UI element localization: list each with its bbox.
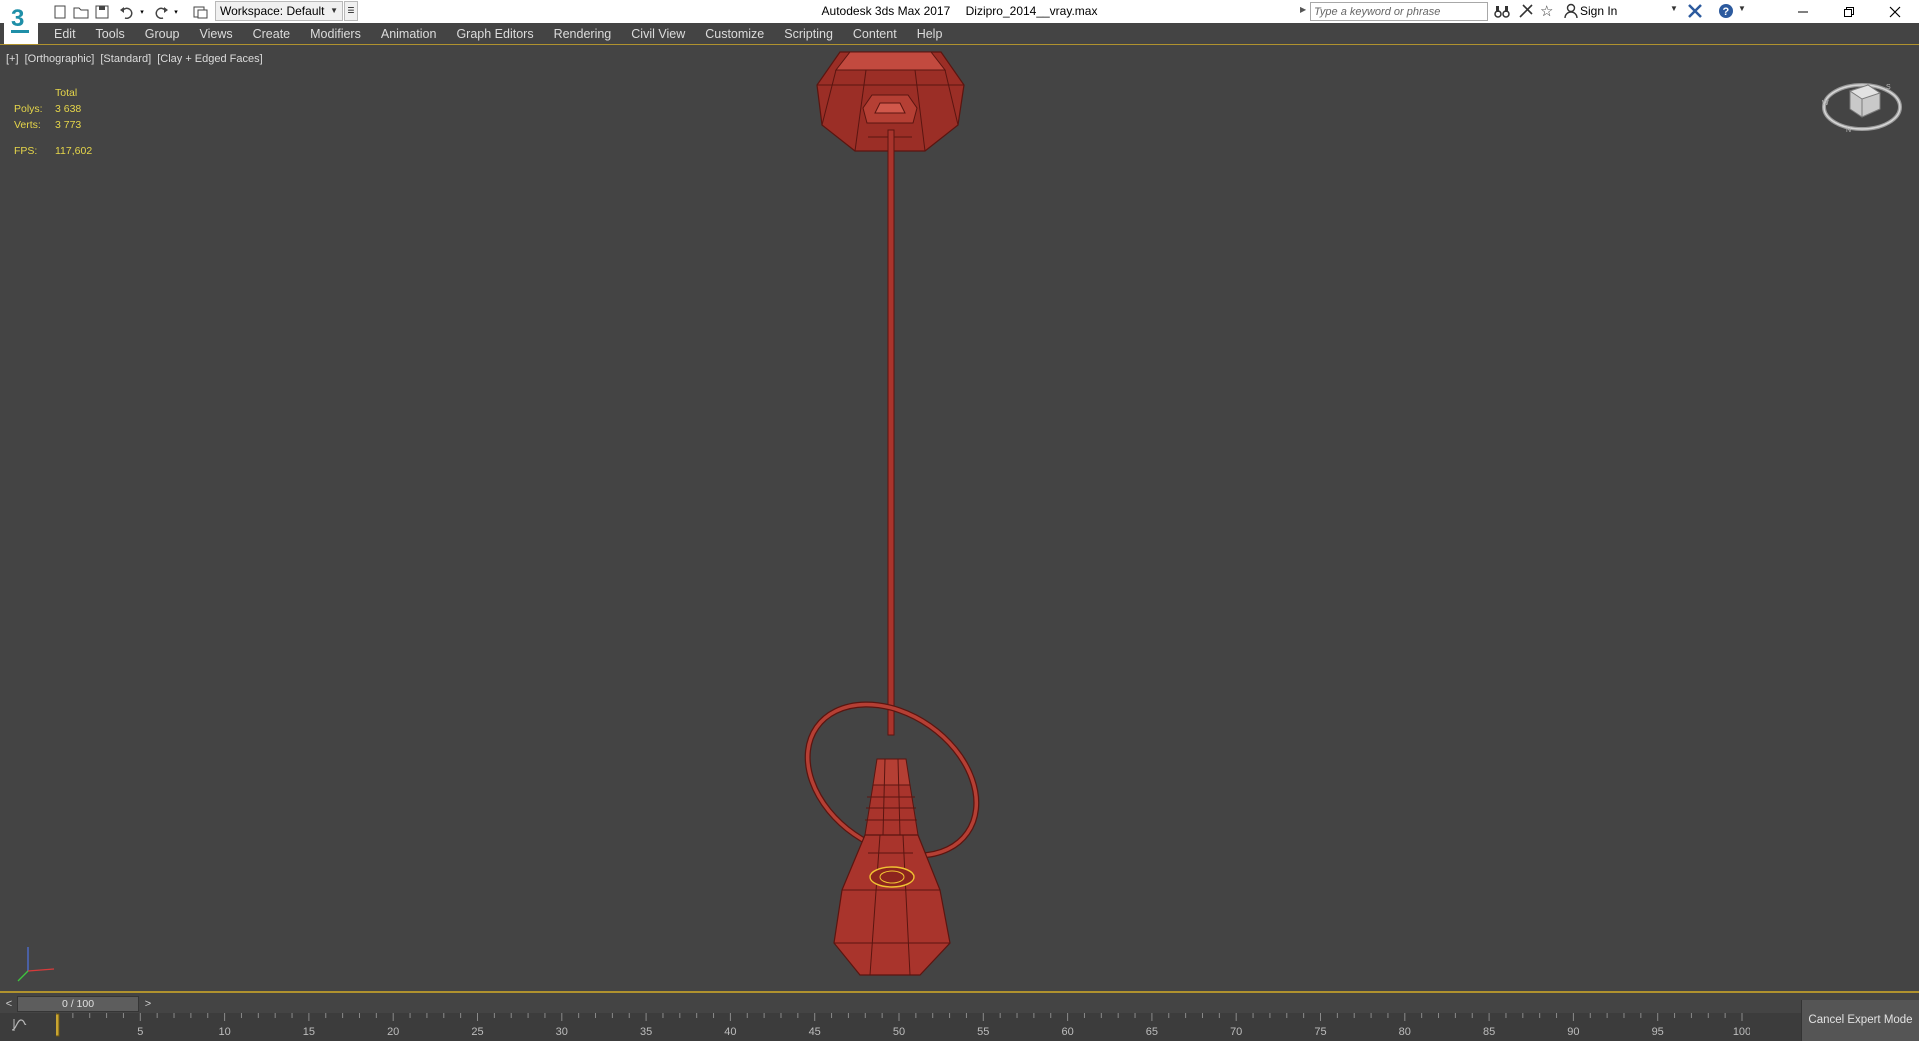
minimize-button[interactable] (1780, 0, 1826, 23)
workspace-select[interactable]: Workspace: Default ▼ (215, 1, 343, 21)
open-file-icon[interactable] (72, 3, 90, 20)
previous-frame-button[interactable]: < (3, 997, 15, 1011)
menu-animation[interactable]: Animation (371, 23, 447, 45)
search-expand-icon[interactable]: ▶ (1300, 5, 1306, 14)
file-name: Dizipro_2014__vray.max (965, 4, 1098, 18)
frame-tick-label: 10 (218, 1026, 230, 1038)
frame-tick-label: 40 (724, 1026, 736, 1038)
frame-tick-label: 30 (556, 1026, 568, 1038)
app-name: Autodesk 3ds Max 2017 (821, 4, 951, 18)
viewport-perspective[interactable]: [+] [Orthographic] [Standard] [Clay + Ed… (0, 45, 1919, 993)
frame-tick-label: 95 (1652, 1026, 1664, 1038)
menu-edit[interactable]: Edit (44, 23, 86, 45)
menu-customize[interactable]: Customize (695, 23, 774, 45)
axis-tripod-icon (17, 947, 55, 982)
frame-ticks: 0510152025303540455055606570758085909510… (56, 1013, 1750, 1038)
chevron-down-icon: ▼ (330, 6, 338, 15)
svg-text:S: S (1886, 84, 1891, 91)
frame-tick-label: 35 (640, 1026, 652, 1038)
close-button[interactable] (1872, 0, 1918, 23)
suspension-cord[interactable] (887, 129, 895, 736)
favorites-star-icon[interactable]: ☆ (1540, 2, 1553, 20)
menu-group[interactable]: Group (135, 23, 190, 45)
svg-text:N: N (1846, 127, 1851, 134)
frame-tick-label: 85 (1483, 1026, 1495, 1038)
menu-tools[interactable]: Tools (86, 23, 135, 45)
workspace-options-icon[interactable]: ☰ (344, 1, 358, 21)
frame-ruler[interactable]: 0510152025303540455055606570758085909510… (56, 1013, 1750, 1041)
svg-text:W: W (1822, 100, 1829, 107)
time-slider-bar: < 0 / 100 > (0, 995, 1919, 1013)
current-frame-marker[interactable] (56, 1013, 60, 1037)
frame-tick-label: 75 (1314, 1026, 1326, 1038)
help-icon[interactable]: ? (1718, 3, 1734, 22)
frame-tick-label: 15 (303, 1026, 315, 1038)
menu-rendering[interactable]: Rendering (544, 23, 622, 45)
title-bar: 3 ▾ ▾ Workspace: Default ▼ ☰ Autodesk 3d… (0, 0, 1919, 44)
exchange-apps-icon[interactable] (1686, 2, 1704, 23)
search-area: ▶ ☆ Sign In ▼ ? ▼ (1298, 0, 1758, 23)
menu-modifiers[interactable]: Modifiers (300, 23, 371, 45)
binoculars-icon[interactable] (1494, 3, 1510, 22)
redo-dropdown-icon[interactable]: ▾ (172, 3, 180, 20)
menu-bar: Edit Tools Group Views Create Modifiers … (0, 23, 1919, 45)
menu-views[interactable]: Views (189, 23, 242, 45)
frame-tick-label: 25 (471, 1026, 483, 1038)
menu-civil-view[interactable]: Civil View (621, 23, 695, 45)
search-input[interactable] (1310, 2, 1488, 21)
frame-tick-label: 90 (1567, 1026, 1579, 1038)
frame-tick-label: 5 (137, 1026, 143, 1038)
workspace-label: Workspace: Default (220, 4, 325, 18)
new-file-icon[interactable] (52, 3, 68, 20)
track-bar[interactable]: 0510152025303540455055606570758085909510… (0, 1013, 1919, 1041)
frame-tick-label: 70 (1230, 1026, 1242, 1038)
sign-in-link[interactable]: Sign In (1580, 4, 1617, 18)
restore-button[interactable] (1826, 0, 1872, 23)
redo-icon[interactable] (152, 3, 170, 20)
mini-curve-editor-icon[interactable] (11, 1018, 27, 1035)
undo-icon[interactable] (118, 3, 136, 20)
app-logo-icon[interactable]: 3 (4, 0, 38, 44)
save-file-icon[interactable] (94, 3, 110, 20)
menu-help[interactable]: Help (907, 23, 953, 45)
menu-content[interactable]: Content (843, 23, 907, 45)
communication-center-icon[interactable] (1518, 3, 1534, 22)
undo-dropdown-icon[interactable]: ▾ (138, 3, 146, 20)
time-slider[interactable]: 0 / 100 (17, 996, 139, 1012)
frame-tick-label: 45 (809, 1026, 821, 1038)
svg-text:?: ? (1723, 6, 1730, 18)
lamp-shade[interactable] (833, 758, 951, 976)
next-frame-button[interactable]: > (142, 997, 154, 1011)
frame-tick-label: 20 (387, 1026, 399, 1038)
frame-tick-label: 60 (1061, 1026, 1073, 1038)
frame-tick-label: 65 (1146, 1026, 1158, 1038)
menu-graph-editors[interactable]: Graph Editors (446, 23, 543, 45)
project-folder-icon[interactable] (192, 3, 210, 20)
menu-create[interactable]: Create (243, 23, 301, 45)
frame-tick-label: 50 (893, 1026, 905, 1038)
frame-tick-label: 100 (1733, 1026, 1750, 1038)
help-dropdown-icon[interactable]: ▼ (1738, 4, 1746, 13)
scene-objects (804, 51, 980, 976)
sign-in-dropdown-icon[interactable]: ▼ (1670, 4, 1678, 13)
frame-tick-label: 80 (1399, 1026, 1411, 1038)
svg-text:3: 3 (11, 5, 24, 32)
viewcube-navigator[interactable]: W S N (1820, 75, 1904, 135)
menu-scripting[interactable]: Scripting (774, 23, 843, 45)
user-icon (1564, 3, 1578, 22)
frame-tick-label: 55 (977, 1026, 989, 1038)
cancel-expert-mode-button[interactable]: Cancel Expert Mode (1801, 1000, 1919, 1041)
